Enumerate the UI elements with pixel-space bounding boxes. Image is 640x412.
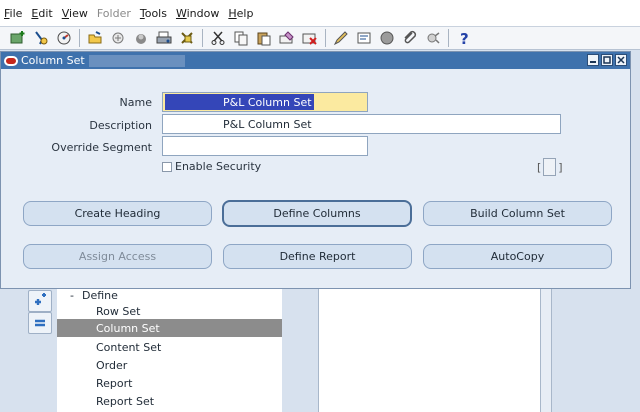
flexfield-bracket-left: [ [537,160,542,174]
menu-access-key: H [228,6,237,20]
build-column-set-button[interactable]: Build Column Set [423,201,612,226]
navigator-icon[interactable] [54,28,74,48]
menu-help[interactable]: Help [228,7,253,20]
tree-item-label: Order [96,358,128,372]
name-field-value: P&L Column Set [165,94,314,110]
menu-file[interactable]: File [4,7,22,20]
toolbar-separator [448,29,449,47]
menu-edit[interactable]: Edit [31,7,52,20]
enable-security-control[interactable]: Enable Security [162,160,261,173]
flexfield-box[interactable] [543,158,557,176]
flexfield-bracket-right: ] [558,160,563,174]
tree-node-label: Define [81,288,118,302]
maximize-icon[interactable] [601,54,613,66]
oracle-logo-icon [4,55,18,66]
name-label: Name [119,96,152,109]
save-icon[interactable] [108,28,128,48]
enable-security-checkbox[interactable] [162,161,172,172]
descriptive-flexfield[interactable]: [ ] [537,158,563,176]
tree-item-label: Report [96,376,133,390]
new-icon[interactable] [8,28,28,48]
translations-icon[interactable] [377,28,397,48]
attachments-icon[interactable] [400,28,420,48]
toolbar-separator [202,29,203,47]
override-segment-label: Override Segment [51,141,152,154]
description-field[interactable]: P&L Column Set [162,114,561,134]
tree-item-order[interactable]: Order [57,356,282,374]
collapse-all-button[interactable] [28,312,52,334]
zoom-icon[interactable] [354,28,374,48]
navigator-documents-panel [318,288,540,412]
create-heading-button[interactable]: Create Heading [23,201,212,226]
navigator-background: - Define Row Set Column Set Content Set … [0,288,640,412]
delete-record-icon[interactable] [300,28,320,48]
open-folder-icon[interactable] [85,28,105,48]
minimize-icon[interactable] [587,54,599,66]
svg-text:?: ? [460,30,469,46]
menu-bar: File Edit View Folder Tools Window Help [0,0,640,26]
description-label: Description [89,119,152,132]
close-icon[interactable] [615,54,627,66]
name-field[interactable]: P&L Column Set [162,92,368,112]
edit-field-icon[interactable] [331,28,351,48]
tree-item-report[interactable]: Report [57,374,282,392]
expand-icon [35,293,46,305]
window-title-bar[interactable]: Column Set [1,52,630,69]
find-icon[interactable] [31,28,51,48]
cut-icon[interactable] [208,28,228,48]
expand-all-button[interactable] [28,290,52,312]
copy-icon[interactable] [231,28,251,48]
menu-view[interactable]: View [62,7,88,20]
switch-responsibility-icon[interactable] [131,28,151,48]
tree-item-content-set[interactable]: Content Set [57,338,282,356]
menu-label: dit [38,6,53,20]
menu-label: Folder [96,6,131,20]
column-set-window: Column Set Name P&L Column Set Descripti… [0,51,631,289]
menu-access-key: V [61,6,70,20]
window-title: Column Set [21,54,85,67]
menu-label: iew [69,6,88,20]
help-icon[interactable]: ? [454,28,474,48]
collapse-icon [35,319,45,327]
override-segment-field[interactable] [162,136,368,156]
define-report-button[interactable]: Define Report [223,244,412,269]
tree-item-label: Report Set [96,394,155,408]
menu-access-key: W [175,6,187,20]
window-controls [585,54,627,66]
folder-tools-icon[interactable] [423,28,443,48]
tree-item-column-set[interactable]: Column Set [57,319,282,337]
close-form-icon[interactable] [177,28,197,48]
tree-item-label: Content Set [96,340,162,354]
tree-item-report-set[interactable]: Report Set [57,392,282,410]
menu-label: elp [236,6,254,20]
enable-security-label: Enable Security [175,160,262,173]
tree-node-prefix: - [70,288,74,302]
menu-label: indow [186,6,220,20]
print-icon[interactable] [154,28,174,48]
toolbar-separator [79,29,80,47]
define-columns-button[interactable]: Define Columns [222,200,412,227]
paste-icon[interactable] [254,28,274,48]
menu-window[interactable]: Window [176,7,219,20]
menu-folder[interactable]: Folder [97,7,131,20]
clear-record-icon[interactable] [277,28,297,48]
menu-tools[interactable]: Tools [140,7,167,20]
tree-item-label: Row Set [96,304,141,318]
toolbar-separator [325,29,326,47]
autocopy-button[interactable]: AutoCopy [423,244,612,269]
menu-label: ile [9,6,23,20]
menu-label: ools [144,6,167,20]
tree-item-row-set[interactable]: Row Set [57,302,282,320]
toolbar: ? [0,26,640,50]
tree-node-define[interactable]: - Define [70,288,118,302]
redacted-title-context [88,54,185,67]
navigator-scrollbar[interactable] [540,288,552,412]
assign-access-button[interactable]: Assign Access [23,244,212,269]
tree-item-label: Column Set [96,321,160,335]
